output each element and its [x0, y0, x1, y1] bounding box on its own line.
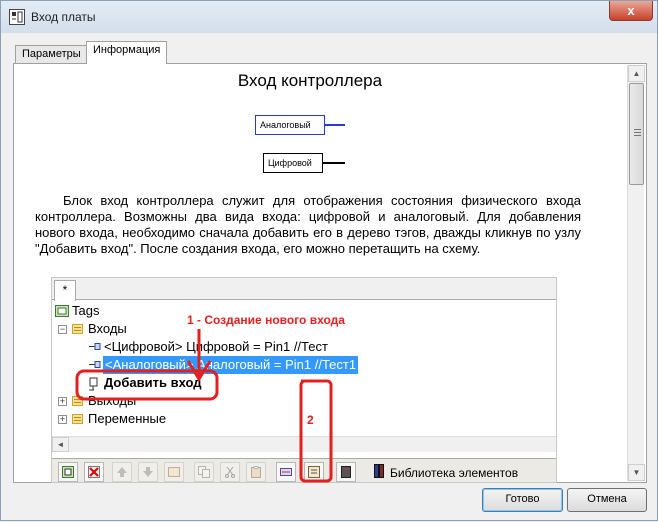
tag-settings-icon: [280, 468, 292, 476]
analog-block-sample: Аналоговый: [255, 115, 325, 135]
tab-information-label: Информация: [93, 44, 161, 56]
embedded-tab-strip: *: [52, 278, 556, 301]
toolbar-button[interactable]: [112, 462, 132, 482]
folder-icon: [72, 324, 83, 334]
tag-export-icon: [308, 466, 320, 478]
tree-node-tags[interactable]: Tags: [72, 302, 99, 320]
move-down-icon: [143, 467, 153, 477]
annotation-step2: 2: [307, 413, 314, 427]
toolbar-button[interactable]: [164, 462, 184, 482]
tree-node-inputs-label: Входы: [88, 321, 127, 336]
analog-block-connector: [325, 124, 345, 126]
tree-node-digital-input[interactable]: <Цифровой> Цифровой = Pin1 //Тест: [104, 338, 328, 356]
vertical-scrollbar[interactable]: ▲ ▼: [627, 65, 645, 481]
embedded-tab[interactable]: *: [54, 280, 76, 301]
tree-node-outputs[interactable]: Выходы: [88, 392, 136, 410]
tree-node-outputs-label: Выходы: [88, 393, 137, 408]
title-bar[interactable]: Вход платы x: [1, 1, 657, 33]
dialog-window: Вход платы x Параметры Информация Вход к…: [0, 0, 658, 521]
tab-information[interactable]: Информация: [86, 41, 168, 64]
remove-icon: [88, 466, 100, 478]
window-title: Вход платы: [31, 10, 96, 24]
expand-outputs-icon[interactable]: +: [58, 397, 67, 406]
book-icon: [341, 466, 351, 478]
cut-icon: [225, 466, 235, 478]
tree-node-digital-label: <Цифровой> Цифровой = Pin1 //Тест: [104, 339, 328, 354]
app-icon: [9, 9, 25, 25]
annotation-step1: 1 - Создание нового входа: [187, 313, 345, 327]
tags-root-icon: [55, 305, 69, 317]
digital-block-label: Цифровой: [268, 158, 312, 168]
toolbar-button[interactable]: [194, 462, 214, 482]
expand-variables-icon[interactable]: +: [58, 415, 67, 424]
tree-node-add-input-label: Добавить вход: [104, 375, 202, 390]
folder-icon: [72, 414, 83, 424]
expand-all-icon: [62, 466, 74, 478]
analog-block-label: Аналоговый: [260, 120, 311, 130]
tag-icon: [89, 343, 101, 350]
toolbar-button[interactable]: [84, 462, 104, 482]
tree-node-variables-label: Переменные: [88, 411, 167, 426]
embedded-screenshot: * Tags − Входы <Цифровой> Цифровой = Pin…: [51, 277, 557, 483]
tag-icon: [89, 361, 101, 368]
digital-block-connector: [323, 162, 345, 164]
ok-button[interactable]: Готово: [482, 488, 563, 512]
horizontal-scrollbar[interactable]: ◄: [52, 436, 556, 452]
doc-heading: Вход контроллера: [237, 71, 383, 90]
move-up-icon: [117, 467, 127, 477]
paste-icon: [251, 466, 261, 478]
scroll-left-icon[interactable]: ◄: [52, 437, 69, 452]
library-icon: [374, 464, 384, 478]
embedded-tab-label: *: [62, 283, 68, 297]
close-button[interactable]: x: [609, 1, 653, 21]
cancel-button[interactable]: Отмена: [567, 488, 647, 512]
toolbar-button[interactable]: [246, 462, 266, 482]
scroll-thumb[interactable]: [629, 83, 644, 185]
add-input-icon: [89, 377, 98, 391]
ok-button-label: Готово: [505, 493, 540, 505]
cancel-button-label: Отмена: [587, 493, 627, 505]
toolbar-button[interactable]: [58, 462, 78, 482]
properties-icon: [168, 467, 180, 477]
folder-icon: [72, 396, 83, 406]
tree-node-tags-label: Tags: [72, 303, 100, 318]
tree-node-analog-input-selected[interactable]: <Аналоговый> Аналоговый = Pin1 //Тест1: [103, 356, 359, 374]
close-icon: x: [627, 3, 635, 18]
tree-node-inputs[interactable]: Входы: [88, 320, 127, 338]
collapse-inputs-icon[interactable]: −: [58, 325, 67, 334]
tab-parameters-label: Параметры: [22, 48, 81, 60]
description-paragraph: Блок вход контроллера служит для отображ…: [35, 193, 581, 256]
toolbar-button[interactable]: [336, 462, 356, 482]
toolbar-button[interactable]: [220, 462, 240, 482]
toolbar-button[interactable]: [138, 462, 158, 482]
library-label: Библиотека элементов: [390, 466, 519, 480]
tab-parameters[interactable]: Параметры: [15, 45, 88, 63]
tree-node-add-input[interactable]: Добавить вход: [104, 374, 202, 392]
tree-node-variables[interactable]: Переменные: [88, 410, 166, 428]
toolbar-button[interactable]: [304, 462, 324, 482]
tree-toolbar: Библиотека элементов: [52, 458, 556, 482]
digital-block-sample: Цифровой: [263, 153, 323, 173]
scroll-down-icon[interactable]: ▼: [628, 464, 645, 481]
scroll-up-icon[interactable]: ▲: [628, 65, 645, 82]
tree-node-analog-label: <Аналоговый> Аналоговый = Pin1 //Тест1: [105, 357, 357, 372]
toolbar-button[interactable]: [276, 462, 296, 482]
copy-icon: [198, 466, 210, 478]
